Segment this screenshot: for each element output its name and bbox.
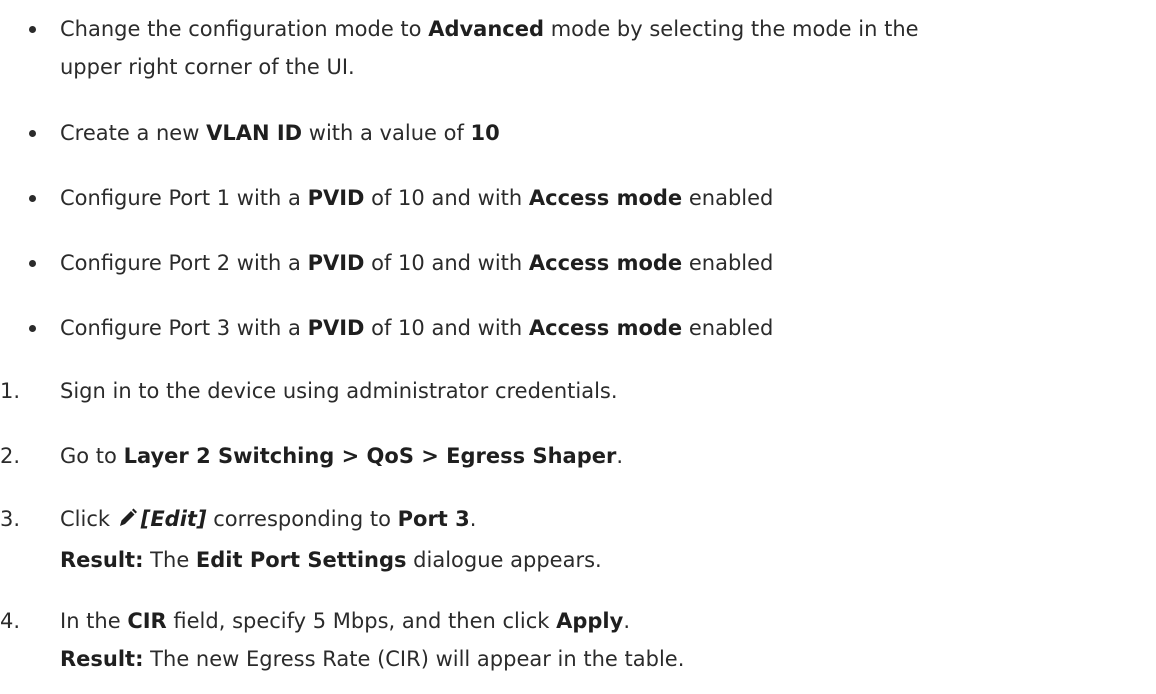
- bullet-dot: [29, 130, 36, 137]
- bullet-item-port-3: Configure Port 3 with a PVID of 10 and w…: [29, 309, 1140, 347]
- step-4: 4. In the CIR field, specify 5 Mbps, and…: [0, 602, 1140, 678]
- bullet-item-config-mode: Change the configuration mode to Advance…: [29, 10, 1140, 86]
- bullet-item-port-2: Configure Port 2 with a PVID of 10 and w…: [29, 244, 1140, 282]
- bullet-item-vlan-id: Create a new VLAN ID with a value of 10: [29, 114, 1140, 152]
- result-label: Result:: [60, 647, 144, 671]
- bullet-dot: [29, 325, 36, 332]
- step-2: 2. Go to Layer 2 Switching > QoS > Egres…: [0, 437, 1140, 475]
- bullet-item-port-1: Configure Port 1 with a PVID of 10 and w…: [29, 179, 1140, 217]
- bullet-dot: [29, 260, 36, 267]
- step-number: 1.: [0, 379, 21, 403]
- step-number: 4.: [0, 609, 21, 633]
- step-1: 1. Sign in to the device using administr…: [0, 372, 1140, 410]
- pencil-edit-icon: [117, 503, 137, 541]
- bullet-dot: [29, 195, 36, 202]
- result-label: Result:: [60, 548, 144, 572]
- step-3: 3. Click [Edit] corresponding to Port 3.…: [0, 500, 1140, 579]
- step-number: 3.: [0, 507, 21, 531]
- menu-path: Layer 2 Switching > QoS > Egress Shaper: [123, 444, 617, 468]
- bullet-dot: [29, 26, 36, 33]
- step-number: 2.: [0, 444, 21, 468]
